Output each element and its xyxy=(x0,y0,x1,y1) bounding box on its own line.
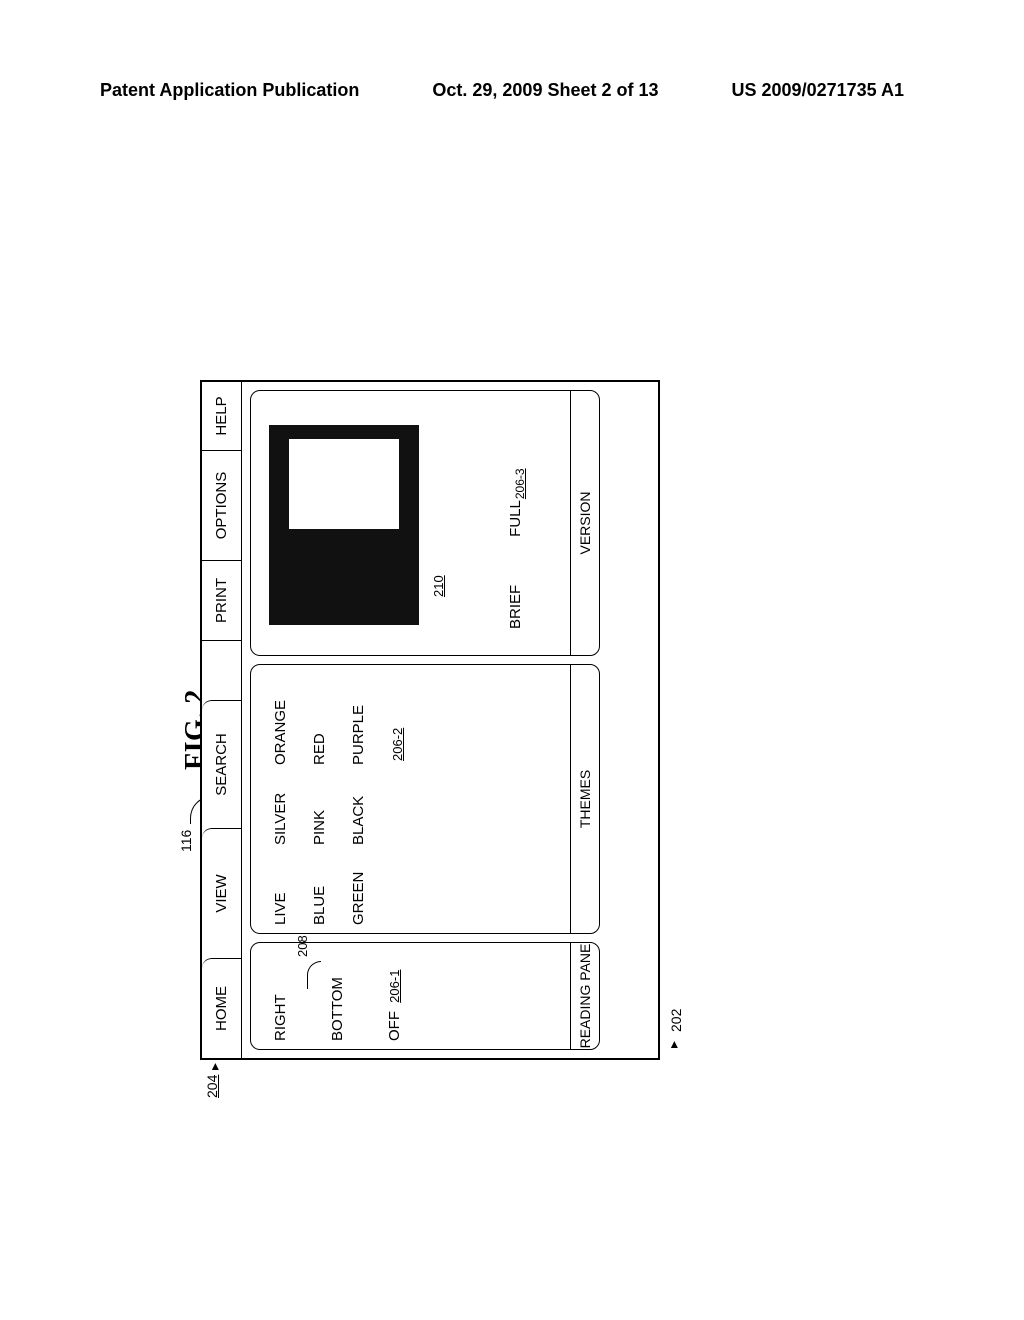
tab-help[interactable]: HELP xyxy=(202,382,241,450)
page: Patent Application Publication Oct. 29, … xyxy=(0,0,1024,1320)
theme-purple-label: PURPLE xyxy=(350,705,367,765)
group-label-version: VERSION xyxy=(570,391,599,655)
group-themes: LIVE SILVER ORANGE BLUE PINK RED GREEN B… xyxy=(250,664,600,934)
ribbon-body: RIGHT BOTTOM OFF 206-1 208 READING PANE xyxy=(242,382,612,1058)
tab-options[interactable]: OPTIONS xyxy=(202,450,241,560)
reading-pane-off-label: OFF xyxy=(386,1011,403,1041)
header-right: US 2009/0271735 A1 xyxy=(732,80,904,101)
group-label-themes: THEMES xyxy=(570,665,599,933)
tab-print[interactable]: PRINT xyxy=(202,560,241,640)
version-preview xyxy=(269,425,419,625)
themes-row-1: LIVE SILVER ORANGE xyxy=(261,673,300,925)
reading-pane-right[interactable]: RIGHT xyxy=(261,951,300,1041)
themes-row-3: GREEN BLACK PURPLE 206-2 xyxy=(339,673,417,925)
reading-pane-bottom[interactable]: BOTTOM xyxy=(318,951,357,1041)
themes-row-2: BLUE PINK RED xyxy=(300,673,339,925)
header-left: Patent Application Publication xyxy=(100,80,359,101)
theme-live[interactable]: LIVE xyxy=(261,863,300,925)
theme-orange[interactable]: ORANGE xyxy=(261,700,300,765)
theme-purple[interactable]: PURPLE 206-2 xyxy=(339,673,417,765)
header-center: Oct. 29, 2009 Sheet 2 of 13 xyxy=(432,80,658,101)
tab-view[interactable]: VIEW xyxy=(202,828,241,958)
tab-row: HOME VIEW SEARCH PRINT OPTIONS HELP xyxy=(202,382,242,1058)
version-full[interactable]: FULL206-3 xyxy=(507,468,527,536)
version-brief[interactable]: BRIEF xyxy=(507,585,527,629)
theme-red[interactable]: RED xyxy=(300,703,339,765)
reference-206-1: 206-1 xyxy=(387,970,402,1003)
group-label-reading-pane: READING PANE xyxy=(570,943,599,1049)
group-version: 210 BRIEF FULL206-3 VERSION xyxy=(250,390,600,656)
version-preview-panel xyxy=(289,439,399,529)
tab-search[interactable]: SEARCH xyxy=(202,700,241,828)
reference-116: 116 xyxy=(178,830,194,852)
page-header: Patent Application Publication Oct. 29, … xyxy=(0,80,1024,101)
theme-silver[interactable]: SILVER xyxy=(261,783,300,845)
arrow-icon: ▸ xyxy=(665,1041,682,1048)
reference-210: 210 xyxy=(431,575,446,597)
group-reading-pane: RIGHT BOTTOM OFF 206-1 208 READING PANE xyxy=(250,942,600,1050)
arrow-icon: ▸ xyxy=(206,1063,223,1070)
reference-206-3: 206-3 xyxy=(513,468,527,499)
reference-206-2: 206-2 xyxy=(390,728,405,761)
tab-spacer xyxy=(202,640,241,700)
reference-208: 208 xyxy=(295,935,310,957)
app-window: HOME VIEW SEARCH PRINT OPTIONS HELP RIGH… xyxy=(200,380,660,1060)
figure-diagram: 204 ▸ 116 HOME VIEW SEARCH PRINT OPTIONS… xyxy=(200,380,660,1060)
themes-items: LIVE SILVER ORANGE BLUE PINK RED GREEN B… xyxy=(251,665,551,933)
reading-pane-items: RIGHT BOTTOM OFF 206-1 xyxy=(251,943,551,1049)
reading-pane-off[interactable]: OFF 206-1 xyxy=(375,951,414,1041)
tab-home[interactable]: HOME xyxy=(202,958,241,1058)
theme-black[interactable]: BLACK xyxy=(339,783,417,845)
reference-204: 204 xyxy=(204,1075,220,1098)
version-full-label: FULL xyxy=(507,500,524,537)
theme-green[interactable]: GREEN xyxy=(339,863,417,925)
theme-pink[interactable]: PINK xyxy=(300,783,339,845)
version-options: BRIEF FULL206-3 xyxy=(507,468,527,629)
reference-202: 202 xyxy=(668,1009,684,1032)
theme-blue[interactable]: BLUE xyxy=(300,863,339,925)
